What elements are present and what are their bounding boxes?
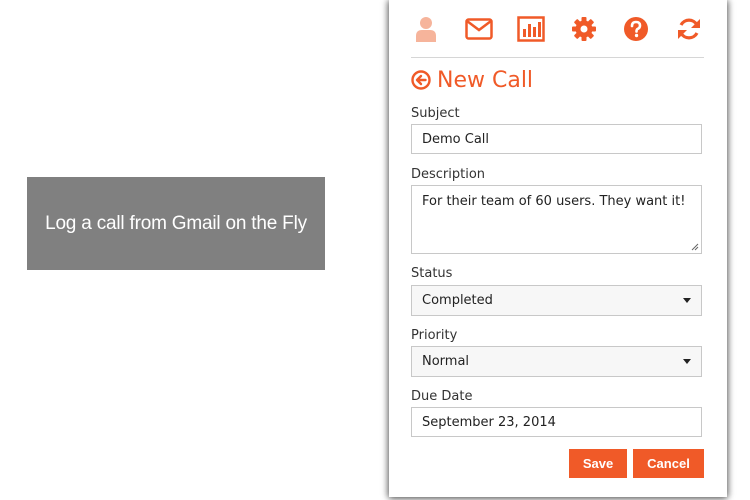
description-label: Description (411, 167, 486, 182)
subject-label: Subject (411, 106, 460, 121)
resize-grip-icon[interactable] (691, 243, 699, 251)
description-value: For their team of 60 users. They want it… (422, 194, 686, 209)
form-header: New Call (411, 66, 533, 94)
save-button[interactable]: Save (569, 449, 627, 478)
subject-value: Demo Call (422, 132, 490, 147)
help-icon[interactable] (621, 14, 651, 44)
toolbar (411, 12, 704, 46)
gear-icon[interactable] (569, 14, 599, 44)
description-textarea[interactable]: For their team of 60 users. They want it… (411, 185, 702, 254)
priority-label: Priority (411, 328, 458, 343)
chevron-down-icon (683, 298, 691, 303)
mail-icon[interactable] (464, 14, 494, 44)
status-select[interactable]: Completed (411, 285, 702, 316)
chevron-down-icon (683, 359, 691, 364)
refresh-icon[interactable] (674, 14, 704, 44)
priority-value: Normal (422, 354, 470, 369)
cancel-button[interactable]: Cancel (633, 449, 704, 478)
back-arrow-icon[interactable] (411, 70, 431, 90)
bar-chart-icon[interactable] (516, 14, 546, 44)
caption-banner: Log a call from Gmail on the Fly (27, 177, 325, 270)
crm-sidebar-panel: New Call Subject Demo Call Description F… (389, 0, 727, 497)
subject-input[interactable]: Demo Call (411, 124, 702, 154)
due-date-value: September 23, 2014 (422, 415, 556, 430)
stage: Log a call from Gmail on the Fly New Cal… (0, 0, 750, 500)
due-date-label: Due Date (411, 389, 473, 404)
caption-text: Log a call from Gmail on the Fly (45, 212, 307, 234)
priority-select[interactable]: Normal (411, 346, 702, 377)
user-icon[interactable] (411, 14, 441, 44)
due-date-input[interactable]: September 23, 2014 (411, 407, 702, 437)
status-value: Completed (422, 293, 493, 308)
page-title: New Call (437, 67, 534, 93)
toolbar-divider (411, 57, 704, 58)
status-label: Status (411, 266, 453, 281)
